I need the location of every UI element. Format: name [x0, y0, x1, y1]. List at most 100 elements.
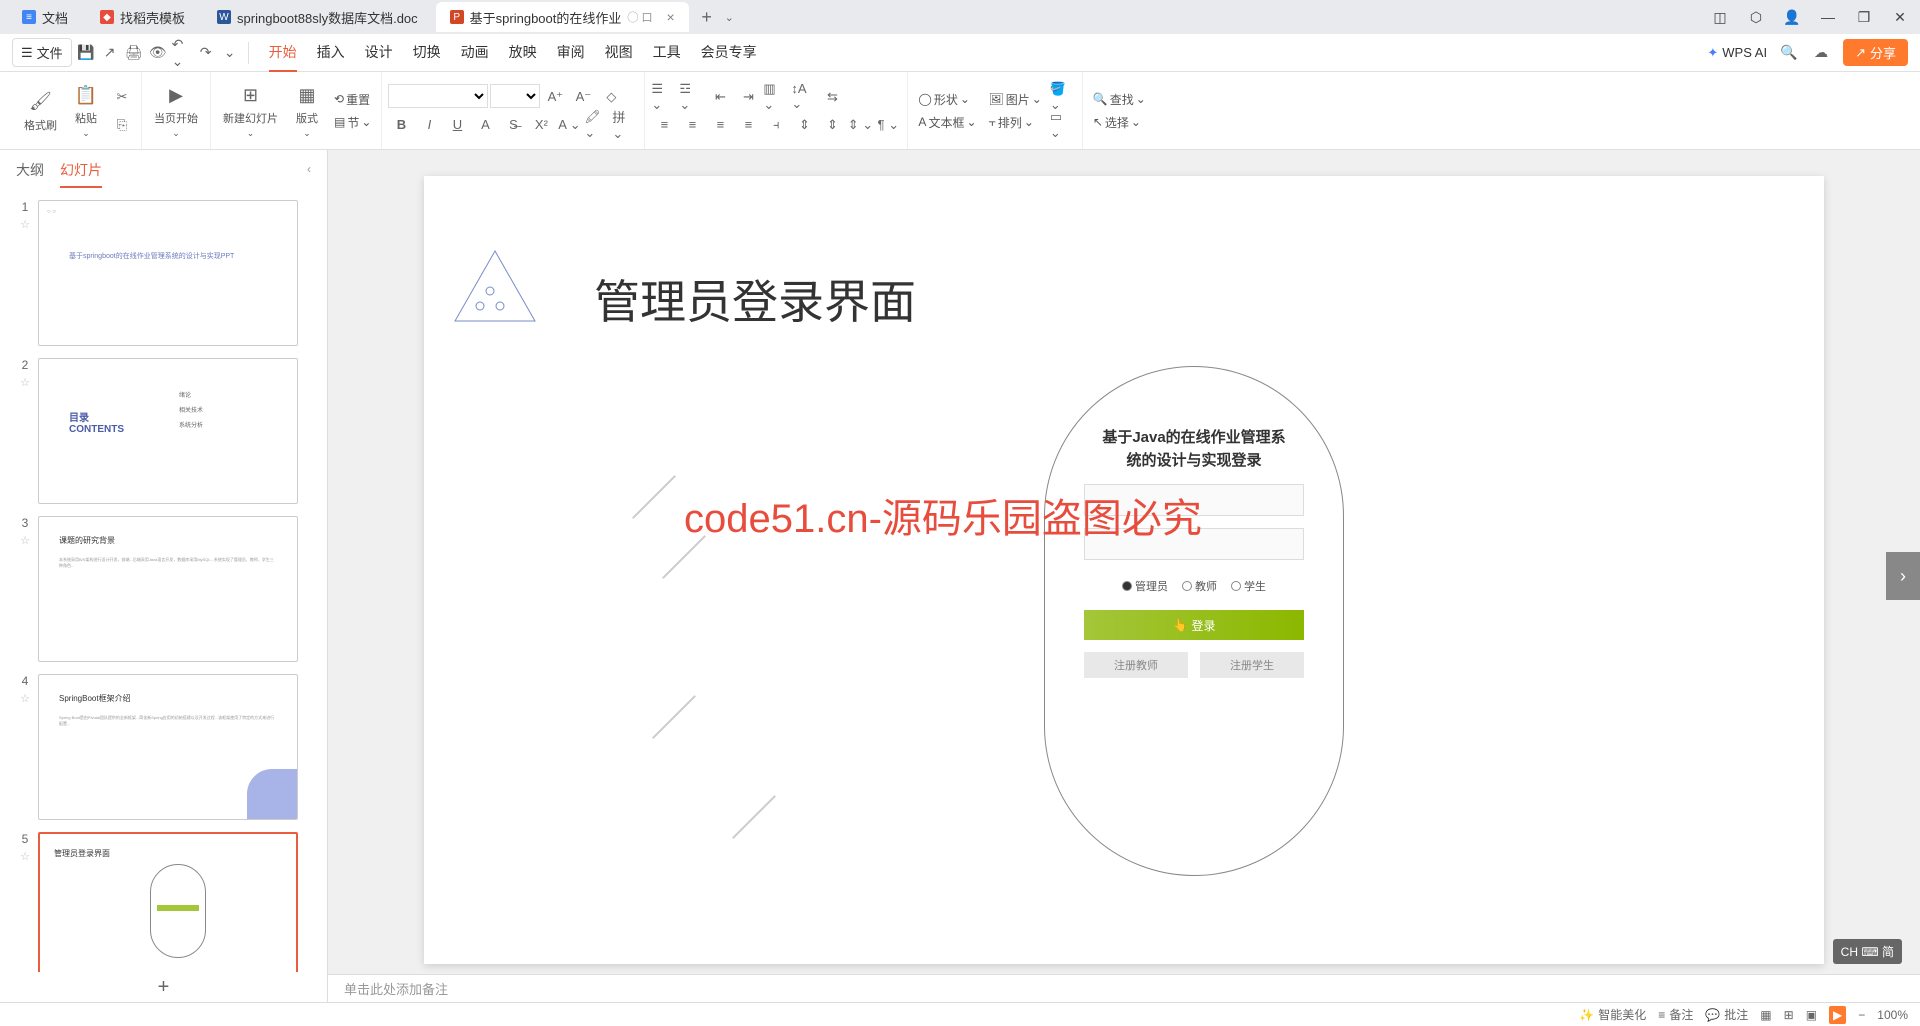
font-decrease-icon[interactable]: A⁻ [570, 84, 596, 110]
export-icon[interactable]: ↗ [100, 43, 120, 63]
align-right-icon[interactable]: ≡ [707, 112, 733, 138]
cut-icon[interactable]: ✂ [109, 84, 135, 110]
spacing2-icon[interactable]: ⇕ [819, 112, 845, 138]
thumb-item-1[interactable]: 1☆ ○ ○基于springboot的在线作业管理系统的设计与实现PPT [16, 200, 311, 346]
align-center-icon[interactable]: ≡ [679, 112, 705, 138]
indent-decrease-icon[interactable]: ⇤ [707, 84, 733, 110]
search-icon[interactable]: 🔍 [1779, 43, 1799, 63]
new-tab-button[interactable]: + [693, 3, 721, 31]
layout-icon[interactable]: ◫ [1708, 5, 1732, 29]
maximize-button[interactable]: ❐ [1852, 5, 1876, 29]
pinyin-icon[interactable]: 拼 ⌄ [612, 112, 638, 138]
cloud-icon[interactable]: ☁ [1811, 43, 1831, 63]
arrange-button[interactable]: ⫟排列 ⌄ [985, 112, 1046, 133]
zoom-out-icon[interactable]: − [1858, 1008, 1865, 1022]
find-button[interactable]: 🔍查找 ⌄ [1089, 89, 1150, 110]
text-direction-icon[interactable]: ↕A ⌄ [791, 84, 817, 110]
align-justify-icon[interactable]: ≡ [735, 112, 761, 138]
ime-indicator[interactable]: CH ⌨ 简 [1833, 939, 1902, 964]
copy-icon[interactable]: ⎘ [109, 112, 135, 138]
tab-start[interactable]: 开始 [269, 34, 297, 72]
view-reading-icon[interactable]: ▣ [1806, 1008, 1817, 1022]
numbering-icon[interactable]: ☲ ⌄ [679, 84, 705, 110]
wps-ai-button[interactable]: ✦WPS AI [1707, 45, 1767, 61]
shape-button[interactable]: ◯形状 ⌄ [914, 89, 980, 110]
star-icon[interactable]: ☆ [20, 376, 30, 389]
redo-icon[interactable]: ↷ [196, 43, 216, 63]
undo-icon[interactable]: ↶ ⌄ [172, 43, 192, 63]
tab-slides[interactable]: 幻灯片 [60, 160, 102, 188]
font-color-icon[interactable]: A ⌄ [556, 112, 582, 138]
line-spacing-dropdown-icon[interactable]: ⇕ ⌄ [847, 112, 873, 138]
bullets-icon[interactable]: ☰ ⌄ [651, 84, 677, 110]
add-slide-button[interactable]: + [0, 972, 327, 1002]
start-from-current-button[interactable]: ▶当页开始⌄ [148, 78, 204, 143]
clear-format-icon[interactable]: ◇ [598, 84, 624, 110]
view-sorter-icon[interactable]: ⊞ [1784, 1008, 1794, 1022]
view-normal-icon[interactable]: ▦ [1760, 1008, 1771, 1022]
thumb-item-3[interactable]: 3☆ 课题的研究背景本系统采用B/S架构进行设计开发，前端...后端采用Java… [16, 516, 311, 662]
bold-icon[interactable]: B [388, 112, 414, 138]
outline-icon[interactable]: ▭ ⌄ [1050, 112, 1076, 138]
highlight-icon[interactable]: 🖍 ⌄ [584, 112, 610, 138]
textbox-button[interactable]: A文本框 ⌄ [914, 112, 980, 133]
notes-toggle[interactable]: ≡备注 [1658, 1006, 1693, 1023]
tab-insert[interactable]: 插入 [317, 34, 345, 72]
thumbnail-4[interactable]: SpringBoot框架介绍Spring Boot是由Pivotal团队提供的全… [38, 674, 298, 820]
shadow-icon[interactable]: A [472, 112, 498, 138]
italic-icon[interactable]: I [416, 112, 442, 138]
share-button[interactable]: ↗分享 [1843, 39, 1908, 66]
star-icon[interactable]: ☆ [20, 692, 30, 705]
thumbnail-5-selected[interactable]: 管理员登录界面 [38, 832, 298, 972]
thumb-item-2[interactable]: 2☆ 目录CONTENTS绪论相关技术系统分析 [16, 358, 311, 504]
thumbnail-1[interactable]: ○ ○基于springboot的在线作业管理系统的设计与实现PPT [38, 200, 298, 346]
paste-button[interactable]: 📋粘贴⌄ [67, 78, 105, 143]
fill-color-icon[interactable]: 🪣 ⌄ [1050, 84, 1076, 110]
thumb-item-5[interactable]: 5☆ 管理员登录界面 [16, 832, 311, 972]
file-menu-button[interactable]: ☰文件 [12, 38, 72, 67]
close-icon[interactable]: × [666, 9, 674, 25]
thumbnail-3[interactable]: 课题的研究背景本系统采用B/S架构进行设计开发，前端...后端采用Java语言开… [38, 516, 298, 662]
tab-animation[interactable]: 动画 [461, 34, 489, 72]
star-icon[interactable]: ☆ [20, 850, 30, 863]
underline-icon[interactable]: U [444, 112, 470, 138]
tab-show[interactable]: 放映 [509, 34, 537, 72]
convert-icon[interactable]: ⇆ [819, 84, 845, 110]
section-button[interactable]: ▤节 ⌄ [330, 112, 375, 133]
font-size-select[interactable] [490, 84, 540, 108]
columns-icon[interactable]: ▥ ⌄ [763, 84, 789, 110]
tab-docs[interactable]: ≡文档 [8, 2, 82, 32]
tab-tools[interactable]: 工具 [653, 34, 681, 72]
slide-canvas[interactable]: 管理员登录界面 code51.cn-源码乐园盗图必究 基于Java的在线作业管理… [424, 176, 1824, 964]
superscript-icon[interactable]: X² [528, 112, 554, 138]
image-button[interactable]: 🖼图片 ⌄ [985, 89, 1046, 110]
tab-review[interactable]: 审阅 [557, 34, 585, 72]
collapse-icon[interactable]: ‹ [307, 162, 311, 176]
select-button[interactable]: ↖选择 ⌄ [1089, 112, 1150, 133]
cube-icon[interactable]: ⬡ [1744, 5, 1768, 29]
slide-title[interactable]: 管理员登录界面 [594, 266, 916, 332]
tab-view[interactable]: 视图 [605, 34, 633, 72]
tab-template[interactable]: ◆找稻壳模板 [86, 2, 199, 32]
tab-word-doc[interactable]: Wspringboot88sly数据库文档.doc [203, 2, 432, 32]
layout-button[interactable]: ▦版式⌄ [288, 78, 326, 143]
comments-toggle[interactable]: 💬批注 [1705, 1006, 1748, 1023]
font-select[interactable] [388, 84, 488, 108]
thumbnail-2[interactable]: 目录CONTENTS绪论相关技术系统分析 [38, 358, 298, 504]
paragraph-icon[interactable]: ¶ ⌄ [875, 112, 901, 138]
view-slideshow-icon[interactable]: ▶ [1829, 1006, 1846, 1024]
tab-ppt-active[interactable]: P基于springboot的在线作业◯ 口× [436, 2, 689, 32]
reset-button[interactable]: ⟲重置 [330, 89, 375, 110]
line-spacing-icon[interactable]: ⇕ [791, 112, 817, 138]
tab-member[interactable]: 会员专享 [701, 34, 757, 72]
align-left-icon[interactable]: ≡ [651, 112, 677, 138]
distribute-icon[interactable]: ⫞ [763, 112, 789, 138]
strikethrough-icon[interactable]: S̶ [500, 112, 526, 138]
avatar-icon[interactable]: 👤 [1780, 5, 1804, 29]
tab-menu-dropdown[interactable]: ⌄ [725, 11, 734, 24]
minimize-button[interactable]: — [1816, 5, 1840, 29]
font-increase-icon[interactable]: A⁺ [542, 84, 568, 110]
more-dropdown-icon[interactable]: ⌄ [220, 43, 240, 63]
indent-increase-icon[interactable]: ⇥ [735, 84, 761, 110]
zoom-level[interactable]: 100% [1877, 1008, 1908, 1022]
